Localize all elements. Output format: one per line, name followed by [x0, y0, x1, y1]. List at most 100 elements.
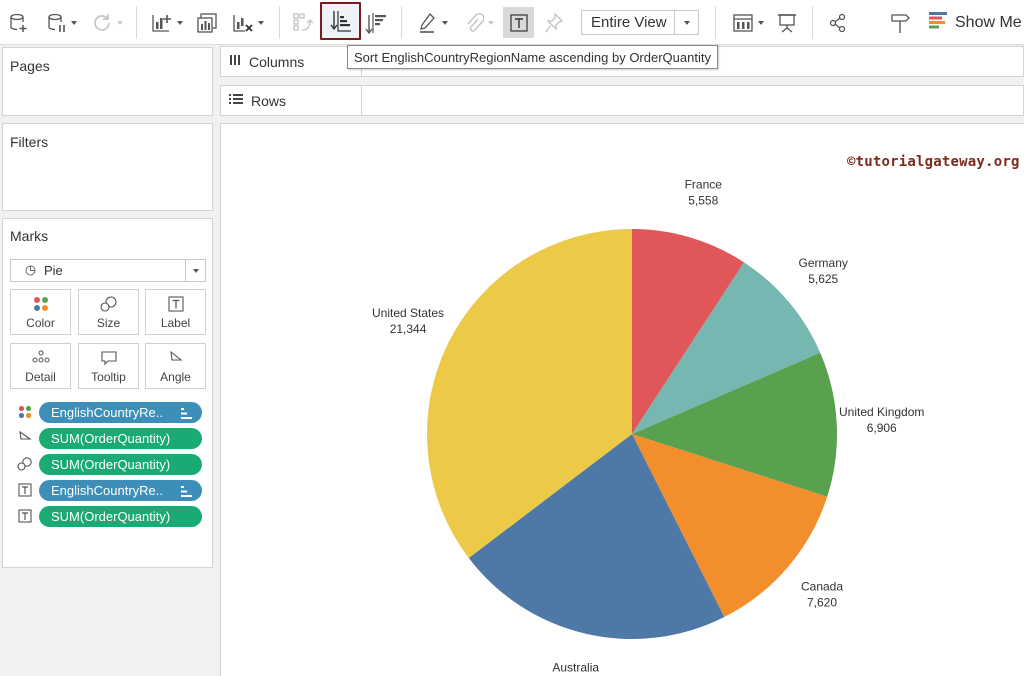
tooltip-button-label: Tooltip — [91, 370, 126, 384]
label-icon — [146, 296, 205, 312]
pill-text: SUM(OrderQuantity) — [51, 456, 171, 472]
show-me-button[interactable]: Show Me — [929, 0, 1022, 45]
slice-label-category: France — [685, 177, 723, 191]
worksheet-view[interactable]: France 5,558 Germany 5,625 United Kingdom 6,9… — [220, 123, 1024, 676]
order-quantity-angle-pill[interactable]: SUM(OrderQuantity) — [39, 427, 202, 449]
label-icon — [17, 508, 33, 524]
marks-pill-row: SUM(OrderQuantity) — [17, 505, 202, 527]
size-button-label: Size — [96, 316, 121, 330]
show-cards-button[interactable] — [726, 0, 770, 45]
refresh-button[interactable] — [86, 0, 128, 45]
label-button-label: Label — [160, 316, 191, 330]
chevron-down-icon — [758, 20, 764, 25]
size-icon — [79, 296, 138, 312]
label-button[interactable]: Label — [145, 289, 206, 335]
pause-updates-button[interactable] — [40, 0, 84, 45]
toolbar-divider — [401, 6, 402, 39]
slice-label-category: United States — [372, 306, 444, 320]
marks-title: Marks — [10, 228, 49, 244]
pill-text: EnglishCountryRe.. — [51, 482, 163, 498]
fix-axes-button[interactable] — [540, 0, 568, 45]
tooltip-button[interactable]: Tooltip — [78, 343, 139, 389]
watermark: ©tutorialgateway.org — [847, 154, 1020, 170]
new-worksheet-icon — [151, 12, 173, 34]
slice-label-value: 5,625 — [808, 272, 838, 286]
marks-pill-row: EnglishCountryRe.. — [17, 401, 202, 423]
group-members-button[interactable] — [458, 0, 500, 45]
rows-shelf-header: Rows — [221, 86, 362, 115]
size-icon — [17, 456, 33, 472]
text-label-icon — [509, 13, 528, 32]
pages-shelf[interactable]: Pages — [2, 47, 213, 116]
fit-view-dropdown[interactable] — [674, 11, 698, 34]
clear-sheet-icon — [232, 12, 254, 34]
detail-icon — [11, 350, 70, 364]
slice-label-category: Canada — [801, 579, 843, 593]
sort-ascending-button[interactable] — [320, 2, 361, 40]
angle-button[interactable]: Angle — [145, 343, 206, 389]
pages-title: Pages — [10, 58, 50, 74]
pill-text: SUM(OrderQuantity) — [51, 508, 171, 524]
slice-label-category: Australia — [552, 661, 599, 675]
sort-indicator-icon — [181, 407, 193, 422]
share-button[interactable] — [824, 0, 852, 45]
order-quantity-size-pill[interactable]: SUM(OrderQuantity) — [39, 453, 202, 475]
mark-type-dropdown[interactable] — [185, 260, 205, 281]
order-quantity-label-pill[interactable]: SUM(OrderQuantity) — [39, 505, 202, 527]
duplicate-sheet-icon — [196, 12, 218, 34]
signpost-icon — [889, 12, 911, 34]
presentation-icon — [776, 12, 798, 34]
filters-shelf[interactable]: Filters — [2, 123, 213, 211]
filters-title: Filters — [10, 134, 49, 150]
slice-label-category: Germany — [799, 256, 848, 270]
tour-button[interactable] — [886, 0, 914, 45]
color-button[interactable]: Color — [10, 289, 71, 335]
tableau-workspace: Entire View Show Me Pages Filters Marks … — [0, 0, 1024, 676]
chevron-down-icon — [117, 20, 123, 25]
toolbar-divider — [812, 6, 813, 39]
country-label-pill[interactable]: EnglishCountryRe.. — [39, 479, 202, 501]
show-mark-labels-button[interactable] — [503, 7, 534, 38]
country-color-pill[interactable]: EnglishCountryRe.. — [39, 401, 202, 423]
angle-icon — [17, 430, 33, 446]
swap-icon — [292, 12, 314, 34]
marks-card: Marks Pie Color Size Label Detail Toolti… — [2, 218, 213, 568]
rows-label: Rows — [251, 92, 287, 109]
columns-shelf-header: Columns — [221, 47, 362, 76]
pie-chart[interactable]: France 5,558 Germany 5,625 United Kingdom 6,9… — [221, 124, 1024, 676]
pie-mark-icon — [25, 265, 36, 276]
slice-label-value: 21,344 — [390, 322, 427, 336]
columns-label: Columns — [249, 53, 305, 70]
marks-pill-row: SUM(OrderQuantity) — [17, 453, 202, 475]
share-icon — [828, 13, 848, 33]
chevron-down-icon — [71, 20, 77, 25]
presentation-mode-button[interactable] — [773, 0, 801, 45]
tooltip-icon — [79, 350, 138, 366]
rows-shelf[interactable]: Rows — [220, 85, 1024, 116]
new-data-source-button[interactable] — [6, 0, 32, 45]
color-icon — [17, 404, 33, 420]
toolbar-divider — [279, 6, 280, 39]
highlighter-icon — [418, 12, 438, 34]
fit-view-select[interactable]: Entire View — [581, 10, 699, 35]
color-button-label: Color — [26, 316, 55, 330]
slice-label-value: 5,558 — [688, 193, 718, 207]
size-button[interactable]: Size — [78, 289, 139, 335]
new-worksheet-button[interactable] — [146, 0, 188, 45]
sort-descending-icon — [365, 11, 387, 35]
slice-label-value: 6,906 — [867, 421, 897, 435]
detail-button[interactable]: Detail — [10, 343, 71, 389]
database-add-icon — [9, 12, 29, 34]
chevron-down-icon — [488, 20, 494, 25]
highlight-button[interactable] — [412, 0, 454, 45]
mark-type-select[interactable]: Pie — [10, 259, 206, 282]
duplicate-sheet-button[interactable] — [193, 0, 221, 45]
angle-button-label: Angle — [160, 370, 191, 384]
color-icon — [11, 296, 70, 312]
chevron-down-icon — [192, 268, 199, 273]
clear-sheet-button[interactable] — [226, 0, 270, 45]
sort-descending-button[interactable] — [362, 0, 390, 45]
swap-rows-columns-button[interactable] — [288, 0, 318, 45]
slice-label-value: 7,620 — [807, 595, 837, 609]
paperclip-icon — [464, 12, 484, 34]
